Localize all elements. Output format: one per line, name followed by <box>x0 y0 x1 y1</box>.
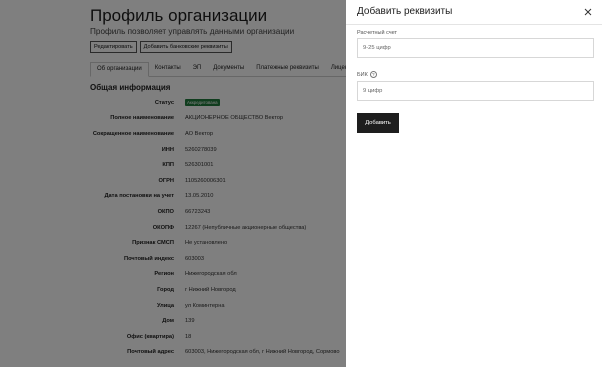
add-details-drawer: Добавить реквизиты Расчетный счет БИК ? … <box>346 0 602 367</box>
bik-input[interactable] <box>357 81 594 101</box>
bik-label: БИК ? <box>357 71 377 78</box>
account-label-text: Расчетный счет <box>357 30 398 36</box>
account-label: Расчетный счет <box>357 30 397 36</box>
drawer-divider <box>346 24 602 25</box>
modal-backdrop[interactable] <box>0 0 346 367</box>
account-number-input[interactable] <box>357 38 594 58</box>
bik-label-text: БИК <box>357 71 368 78</box>
add-button[interactable]: Добавить <box>357 113 399 133</box>
close-icon <box>584 8 592 16</box>
drawer-title: Добавить реквизиты <box>357 6 453 17</box>
close-button[interactable] <box>582 6 594 18</box>
question-circle-icon[interactable]: ? <box>369 71 377 78</box>
